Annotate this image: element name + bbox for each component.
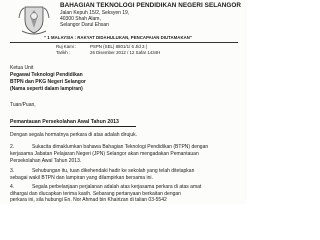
- letter-page: BAHAGIAN TEKNOLOGI PENDIDIKAN NEGERI SEL…: [0, 0, 247, 204]
- motto: " 1 MALAYSIA : RAKYAT DIDAHULUKAN, PENCA…: [44, 35, 193, 40]
- greeting-line: Dengan segala hormatnya perkara di atas …: [10, 132, 138, 138]
- date-label: Tarikh :: [56, 50, 71, 55]
- paragraph-2-line-2: kerjasama Jabatan Pelajaran Negeri (JPN)…: [10, 151, 199, 157]
- recipient-line-1: Ketua Unit: [10, 65, 34, 71]
- paragraph-3-line-1: Sehubungan itu, tuan dikehendaki hadir k…: [32, 168, 195, 174]
- recipient-line-2: Pegawai Teknologi Pendidikan: [10, 72, 83, 78]
- paragraph-2-number: 2.: [10, 144, 15, 150]
- selangor-crest-icon: [18, 6, 50, 35]
- subject-underline: [10, 126, 136, 127]
- paragraph-2-line-1: Sukacita dimaklumkan bahawa Bahagian Tek…: [32, 144, 209, 150]
- paragraph-3-number: 3.: [10, 168, 15, 174]
- paragraph-2-line-3: Persekolahan Awal Tahun 2013.: [10, 158, 82, 164]
- reference-label: Ruj Kami :: [56, 44, 77, 49]
- date-value: 26 Disember 2012 / 12 Safar 1434H: [90, 50, 161, 55]
- subject-heading: Pemantauan Persekolahan Awal Tahun 2013: [10, 119, 119, 125]
- recipient-line-3: BTPN dan PKG Negeri Selangor: [10, 79, 86, 85]
- paragraph-3-line-2: sebagai wakil BTPN dan lampiran yang dil…: [10, 175, 153, 181]
- paragraph-4-line-3: perkara ini, sila hubungi En. Nor Ahmad …: [10, 197, 167, 203]
- paragraph-4-number: 4.: [10, 184, 15, 190]
- recipient-line-4: (Nama seperti dalam lampiran): [10, 86, 83, 92]
- salutation: Tuan/Puan,: [10, 102, 36, 108]
- paragraph-4-line-1: Segala perbelanjaan perjalanan adalah at…: [32, 184, 202, 190]
- divider-rule: [10, 42, 238, 43]
- letterhead-title: BAHAGIAN TEKNOLOGI PENDIDIKAN NEGERI SEL…: [60, 2, 242, 9]
- address-line-3: Selangor Darul Ehsan: [60, 22, 109, 28]
- reference-value: PSPN (SEL) 8801/1/ 6 Jld 3 (: [90, 44, 148, 49]
